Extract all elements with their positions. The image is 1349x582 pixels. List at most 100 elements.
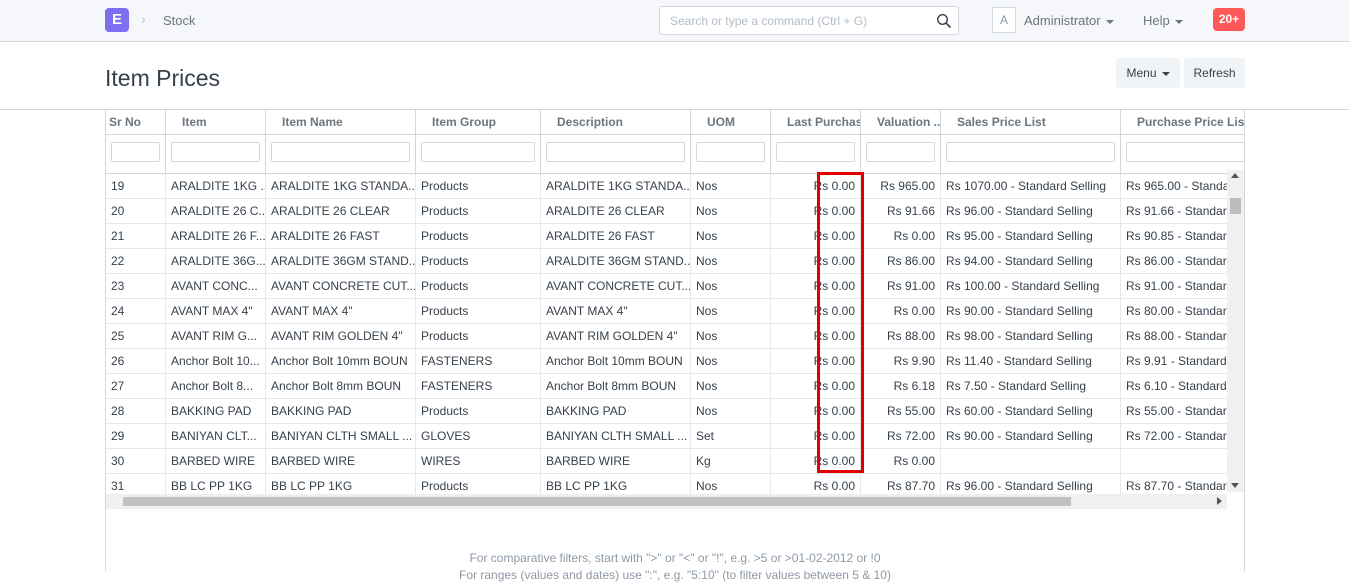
cell-description[interactable]: BANIYAN CLTH SMALL ... (541, 424, 691, 449)
filter-input-purchase-price-list[interactable] (1126, 142, 1244, 162)
cell-sales-price-list[interactable]: Rs 90.00 - Standard Selling (941, 424, 1121, 449)
table-row[interactable]: 28 BAKKING PAD BAKKING PAD Products BAKKING … (106, 399, 1244, 424)
cell-valuation-rate[interactable]: Rs 91.00 (861, 274, 941, 299)
column-header-purchase-price-list[interactable]: Purchase Price List (1121, 110, 1244, 135)
cell-purchase-price-list[interactable] (1121, 449, 1244, 474)
table-row[interactable]: 21 ARALDITE 26 F... ARALDITE 26 FAST Produc… (106, 224, 1244, 249)
cell-sr-no[interactable]: 26 (106, 349, 166, 374)
cell-description[interactable]: AVANT MAX 4" (541, 299, 691, 324)
cell-sr-no[interactable]: 30 (106, 449, 166, 474)
table-row[interactable]: 30 BARBED WIRE BARBED WIRE WIRES BARBED WIRE… (106, 449, 1244, 474)
cell-description[interactable]: AVANT CONCRETE CUT... (541, 274, 691, 299)
cell-sales-price-list[interactable]: Rs 11.40 - Standard Selling (941, 349, 1121, 374)
cell-uom[interactable]: Nos (691, 399, 771, 424)
cell-last-purchase-rate[interactable]: Rs 0.00 (771, 474, 861, 494)
cell-sr-no[interactable]: 29 (106, 424, 166, 449)
search-input[interactable]: Search or type a command (Ctrl + G) (659, 6, 959, 35)
cell-description[interactable]: BAKKING PAD (541, 399, 691, 424)
cell-purchase-price-list[interactable]: Rs 91.66 - Standard (1121, 199, 1244, 224)
cell-item-group[interactable]: GLOVES (416, 424, 541, 449)
cell-uom[interactable]: Nos (691, 224, 771, 249)
cell-uom[interactable]: Nos (691, 299, 771, 324)
cell-sr-no[interactable]: 22 (106, 249, 166, 274)
table-row[interactable]: 27 Anchor Bolt 8... Anchor Bolt 8mm BOUN FA… (106, 374, 1244, 399)
cell-purchase-price-list[interactable]: Rs 86.00 - Standard (1121, 249, 1244, 274)
cell-description[interactable]: BB LC PP 1KG (541, 474, 691, 494)
cell-uom[interactable]: Nos (691, 374, 771, 399)
cell-description[interactable]: AVANT RIM GOLDEN 4" (541, 324, 691, 349)
cell-sr-no[interactable]: 25 (106, 324, 166, 349)
cell-sales-price-list[interactable]: Rs 96.00 - Standard Selling (941, 474, 1121, 494)
cell-item-name[interactable]: AVANT MAX 4" (266, 299, 416, 324)
cell-item-name[interactable]: BANIYAN CLTH SMALL ... (266, 424, 416, 449)
cell-sr-no[interactable]: 21 (106, 224, 166, 249)
cell-description[interactable]: BARBED WIRE (541, 449, 691, 474)
cell-item[interactable]: ARALDITE 36G... (166, 249, 266, 274)
cell-last-purchase-rate[interactable]: Rs 0.00 (771, 224, 861, 249)
filter-input-last-purchase-rate[interactable] (776, 142, 855, 162)
cell-item-group[interactable]: Products (416, 299, 541, 324)
cell-item[interactable]: Anchor Bolt 8... (166, 374, 266, 399)
table-row[interactable]: 25 AVANT RIM G... AVANT RIM GOLDEN 4" Produ… (106, 324, 1244, 349)
cell-purchase-price-list[interactable]: Rs 90.85 - Standard (1121, 224, 1244, 249)
column-header-last-purchase-rate[interactable]: Last Purchas... (771, 110, 861, 135)
cell-last-purchase-rate[interactable]: Rs 0.00 (771, 399, 861, 424)
table-row[interactable]: 20 ARALDITE 26 C... ARALDITE 26 CLEAR Produ… (106, 199, 1244, 224)
cell-valuation-rate[interactable]: Rs 88.00 (861, 324, 941, 349)
table-row[interactable]: 31 BB LC PP 1KG BB LC PP 1KG Products BB LC … (106, 474, 1244, 494)
cell-last-purchase-rate[interactable]: Rs 0.00 (771, 349, 861, 374)
refresh-button[interactable]: Refresh (1184, 58, 1245, 88)
horizontal-scroll-thumb[interactable] (123, 497, 1071, 506)
column-header-valuation-rate[interactable]: Valuation ... (861, 110, 941, 135)
cell-item[interactable]: AVANT RIM G... (166, 324, 266, 349)
breadcrumb-stock[interactable]: Stock (163, 13, 196, 28)
vertical-scroll-thumb[interactable] (1230, 198, 1241, 214)
cell-valuation-rate[interactable]: Rs 86.00 (861, 249, 941, 274)
cell-description[interactable]: Anchor Bolt 8mm BOUN (541, 374, 691, 399)
cell-sales-price-list[interactable] (941, 449, 1121, 474)
cell-valuation-rate[interactable]: Rs 0.00 (861, 449, 941, 474)
cell-item[interactable]: BARBED WIRE (166, 449, 266, 474)
cell-description[interactable]: Anchor Bolt 10mm BOUN (541, 349, 691, 374)
cell-valuation-rate[interactable]: Rs 91.66 (861, 199, 941, 224)
cell-purchase-price-list[interactable]: Rs 72.00 - Standard (1121, 424, 1244, 449)
cell-uom[interactable]: Nos (691, 249, 771, 274)
cell-sales-price-list[interactable]: Rs 98.00 - Standard Selling (941, 324, 1121, 349)
cell-item-group[interactable]: Products (416, 474, 541, 494)
filter-input-item-group[interactable] (421, 142, 535, 162)
column-header-uom[interactable]: UOM (691, 110, 771, 135)
cell-last-purchase-rate[interactable]: Rs 0.00 (771, 324, 861, 349)
scroll-right-arrow-icon[interactable] (1217, 497, 1222, 505)
cell-item[interactable]: BAKKING PAD (166, 399, 266, 424)
cell-item[interactable]: Anchor Bolt 10... (166, 349, 266, 374)
cell-item-name[interactable]: ARALDITE 26 CLEAR (266, 199, 416, 224)
vertical-scrollbar[interactable] (1227, 170, 1244, 492)
cell-sales-price-list[interactable]: Rs 7.50 - Standard Selling (941, 374, 1121, 399)
cell-sales-price-list[interactable]: Rs 94.00 - Standard Selling (941, 249, 1121, 274)
cell-item-group[interactable]: Products (416, 249, 541, 274)
cell-description[interactable]: ARALDITE 26 CLEAR (541, 199, 691, 224)
cell-item-group[interactable]: Products (416, 399, 541, 424)
cell-uom[interactable]: Nos (691, 274, 771, 299)
cell-purchase-price-list[interactable]: Rs 91.00 - Standard (1121, 274, 1244, 299)
table-row[interactable]: 29 BANIYAN CLT... BANIYAN CLTH SMALL ... GL… (106, 424, 1244, 449)
cell-item-group[interactable]: Products (416, 324, 541, 349)
cell-item-group[interactable]: FASTENERS (416, 349, 541, 374)
cell-sr-no[interactable]: 31 (106, 474, 166, 494)
cell-purchase-price-list[interactable]: Rs 965.00 - Standard (1121, 174, 1244, 199)
cell-item-name[interactable]: AVANT RIM GOLDEN 4" (266, 324, 416, 349)
column-header-item-group[interactable]: Item Group (416, 110, 541, 135)
cell-item-group[interactable]: Products (416, 174, 541, 199)
cell-item-group[interactable]: Products (416, 199, 541, 224)
scroll-down-arrow-icon[interactable] (1231, 483, 1239, 488)
cell-last-purchase-rate[interactable]: Rs 0.00 (771, 249, 861, 274)
filter-input-item[interactable] (171, 142, 260, 162)
cell-item-name[interactable]: Anchor Bolt 10mm BOUN (266, 349, 416, 374)
cell-item[interactable]: AVANT MAX 4" (166, 299, 266, 324)
cell-valuation-rate[interactable]: Rs 965.00 (861, 174, 941, 199)
cell-item[interactable]: BANIYAN CLT... (166, 424, 266, 449)
scroll-up-arrow-icon[interactable] (1231, 173, 1239, 178)
cell-valuation-rate[interactable]: Rs 87.70 (861, 474, 941, 494)
help-menu[interactable]: Help (1143, 13, 1183, 28)
cell-uom[interactable]: Nos (691, 199, 771, 224)
